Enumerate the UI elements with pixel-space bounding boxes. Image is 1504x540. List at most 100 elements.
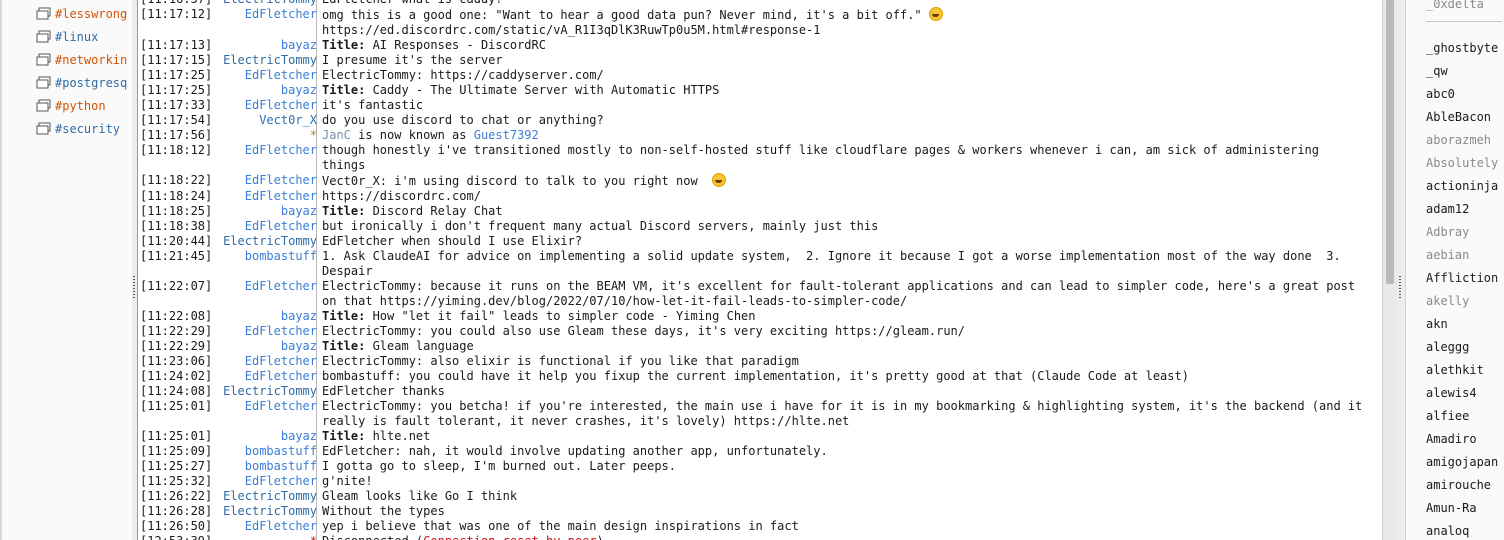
chat-bubble-icon	[36, 53, 51, 66]
nick[interactable]: bombastuff	[220, 249, 317, 279]
nick[interactable]: EdFletcher	[220, 7, 317, 38]
nick[interactable]: bayaz	[220, 38, 317, 53]
user-list-item[interactable]: AbleBacon	[1426, 107, 1491, 127]
message-fragment: is now known as	[350, 128, 474, 142]
timestamp: [11:17:25]	[140, 83, 213, 97]
chat-line: [11:18:38] EdFletcher but ironically i don…	[138, 219, 1382, 234]
nick[interactable]: ElectricTommy	[220, 384, 317, 399]
user-list-item[interactable]: Absolutely	[1426, 153, 1498, 173]
user-list-item[interactable]: alethkit	[1426, 360, 1484, 380]
right-pane-splitter[interactable]	[1398, 0, 1403, 540]
chat-scrollbar[interactable]	[1382, 0, 1397, 540]
left-splitter-grip[interactable]	[133, 276, 135, 300]
link-title-label: Title:	[322, 339, 366, 353]
message-text: yep i believe that was one of the main d…	[317, 519, 1382, 534]
channel-item[interactable]: #postgresql	[36, 73, 127, 93]
nick[interactable]: EdFletcher	[220, 324, 317, 339]
chat-bubble-icon	[36, 122, 51, 135]
user-list-item[interactable]: Amadiro	[1426, 429, 1477, 449]
nick[interactable]: *	[220, 128, 317, 143]
channel-item[interactable]: #linux	[36, 27, 127, 47]
timestamp: [11:22:08]	[140, 309, 213, 323]
timestamp: [11:23:06]	[140, 354, 213, 368]
channel-item[interactable]: #networking	[36, 50, 127, 70]
nick[interactable]: Vect0r_X	[220, 113, 317, 128]
channel-tree[interactable]: #lesswrong #linux #networking #postgresql #p…	[0, 0, 133, 540]
chat-scrollbar-thumb[interactable]	[1386, 0, 1394, 284]
user-list-item[interactable]: amirouche	[1426, 475, 1491, 495]
user-list-item[interactable]: _qw	[1426, 61, 1448, 81]
channel-label: #postgresql	[55, 76, 127, 90]
nick[interactable]: bayaz	[220, 204, 317, 219]
nick[interactable]: EdFletcher	[220, 369, 317, 384]
message-fragment: )	[597, 534, 604, 540]
user-list-item[interactable]: akelly	[1426, 291, 1469, 311]
message-fragment: ElectricTommy: you could also use Gleam …	[322, 324, 965, 338]
nick[interactable]: EdFletcher	[220, 219, 317, 234]
chat-line: [11:25:09] bombastuff EdFletcher: nah, it …	[138, 444, 1382, 459]
chat-line: [11:17:12] EdFletcher omg this is a good o…	[138, 7, 1382, 38]
nick[interactable]: EdFletcher	[220, 474, 317, 489]
message-fragment: https://discordrc.com/	[322, 189, 481, 203]
nick[interactable]: ElectricTommy	[220, 489, 317, 504]
nick[interactable]: EdFletcher	[220, 143, 317, 173]
message-text: but ironically i don't frequent many act…	[317, 219, 1382, 234]
nick[interactable]: ElectricTommy	[220, 234, 317, 249]
message-fragment: ElectricTommy: https://caddyserver.com/	[322, 68, 604, 82]
nick[interactable]: ElectricTommy	[220, 0, 317, 7]
new-nick: Guest7392	[473, 128, 539, 142]
user-list-item[interactable]: aebian	[1426, 245, 1469, 265]
nick[interactable]: EdFletcher	[220, 354, 317, 369]
message-text: ElectricTommy: you could also use Gleam …	[317, 324, 1382, 339]
nick[interactable]: bayaz	[220, 429, 317, 444]
user-list-item[interactable]: Adbray	[1426, 222, 1469, 242]
user-list-item[interactable]: adam12	[1426, 199, 1469, 219]
message-text: Title: Caddy - The Ultimate Server with …	[317, 83, 1382, 98]
message-text: ElectricTommy: https://caddyserver.com/	[317, 68, 1382, 83]
user-list-item[interactable]: Amun-Ra	[1426, 498, 1477, 518]
user-list-item[interactable]: abc0	[1426, 84, 1455, 104]
nick[interactable]: bayaz	[220, 309, 317, 324]
chat-log[interactable]: [11:16:57]ElectricTommyEdFletcher what i…	[137, 0, 1382, 540]
channel-item[interactable]: #lesswrong	[36, 4, 127, 24]
message-fragment: g'nite!	[322, 474, 373, 488]
right-splitter-grip[interactable]	[1399, 276, 1401, 300]
user-list-item[interactable]: _ghostbyte	[1426, 38, 1498, 58]
timestamp: [12:53:39]	[138, 534, 220, 540]
chat-bubble-icon	[36, 7, 51, 20]
nick[interactable]: ElectricTommy	[220, 53, 317, 68]
user-list-item[interactable]: Affliction	[1426, 268, 1498, 288]
user-list-item[interactable]: akn	[1426, 314, 1448, 334]
nick[interactable]: EdFletcher	[220, 189, 317, 204]
nick[interactable]: EdFletcher	[220, 519, 317, 534]
user-list-item[interactable]: alfiee	[1426, 406, 1469, 426]
nick[interactable]: EdFletcher	[220, 173, 317, 189]
link-title-label: Title:	[322, 83, 366, 97]
nick[interactable]: ElectricTommy	[220, 504, 317, 519]
user-list-item[interactable]: amigojapan	[1426, 452, 1498, 472]
nick[interactable]: bayaz	[220, 339, 317, 354]
channel-item[interactable]: #python	[36, 96, 127, 116]
nick[interactable]: EdFletcher	[220, 279, 317, 309]
chat-line: [11:17:15] ElectricTommy I presume it's th…	[138, 53, 1382, 68]
user-list-item[interactable]: actioninja	[1426, 176, 1498, 196]
message-text: Gleam looks like Go I think	[317, 489, 1382, 504]
nick[interactable]: EdFletcher	[220, 68, 317, 83]
timestamp: [11:18:24]	[140, 189, 213, 203]
nick[interactable]: EdFletcher	[220, 399, 317, 429]
user-list-item[interactable]: aleggg	[1426, 337, 1469, 357]
user-list-item[interactable]: aborazmeh	[1426, 130, 1491, 150]
timestamp: [11:18:38]	[140, 219, 213, 233]
channel-label: #lesswrong	[55, 7, 127, 21]
message-fragment: ElectricTommy: also elixir is functional…	[322, 354, 799, 368]
user-list-item[interactable]: _0xdelta	[1426, 0, 1484, 14]
user-list-item[interactable]: analoq	[1426, 521, 1469, 540]
user-list[interactable]: _0xdelta _ghostbyte _qw abc0 AbleBacon abora…	[1405, 0, 1504, 540]
nick[interactable]: bombastuff	[220, 459, 317, 474]
user-list-item[interactable]: alewis4	[1426, 383, 1477, 403]
nick[interactable]: *	[220, 534, 317, 540]
nick[interactable]: bombastuff	[220, 444, 317, 459]
nick[interactable]: bayaz	[220, 83, 317, 98]
nick[interactable]: EdFletcher	[220, 98, 317, 113]
channel-item[interactable]: #security	[36, 119, 127, 139]
